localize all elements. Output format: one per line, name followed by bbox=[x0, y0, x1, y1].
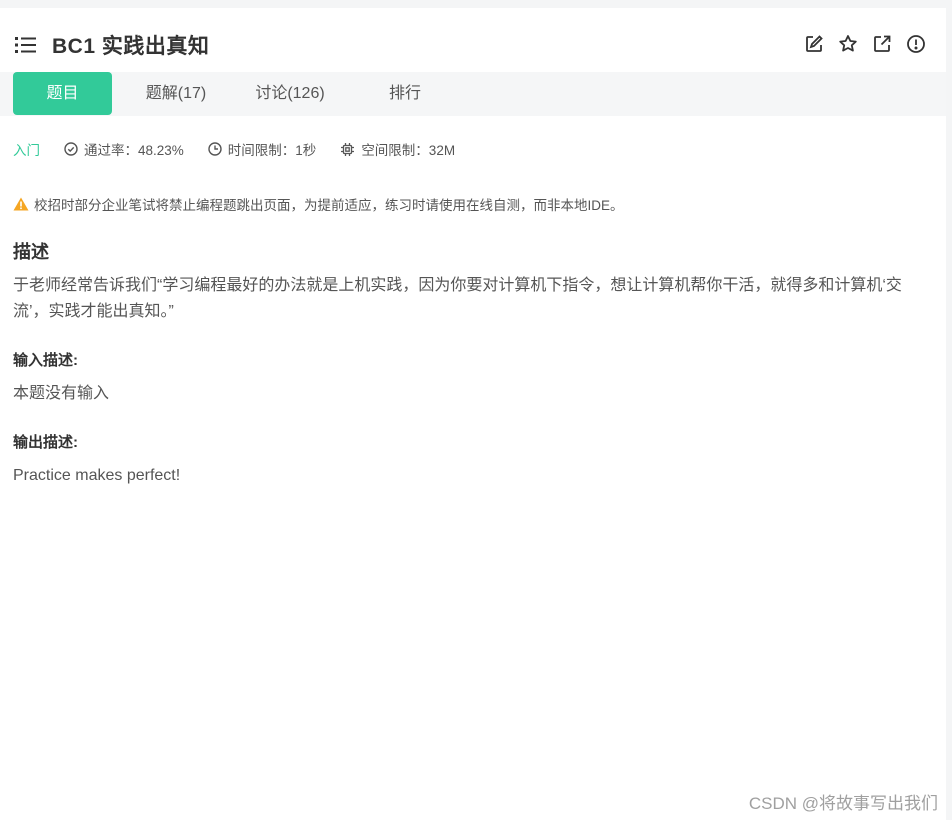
input-text: 本题没有输入 bbox=[13, 385, 110, 402]
problem-header: BC1 实践出真知 bbox=[0, 8, 946, 72]
problem-tabs: 题目 题解(17) 讨论(126) 排行 bbox=[0, 72, 946, 116]
chip-icon bbox=[341, 142, 355, 156]
problem-meta: 入门 通过率：48.23% 时间限制：1秒 空间限制：32M bbox=[13, 139, 479, 159]
page-title: BC1 实践出真知 bbox=[52, 35, 210, 58]
time-limit: 时间限制：1秒 bbox=[208, 139, 317, 159]
input-title: 输入描述: bbox=[13, 352, 78, 369]
description-title: 描述 bbox=[13, 242, 49, 262]
output-text: Practice makes perfect! bbox=[13, 467, 181, 484]
header-actions bbox=[804, 34, 926, 54]
memory-limit: 空间限制：32M bbox=[340, 139, 455, 159]
output-title: 输出描述: bbox=[13, 434, 78, 451]
check-circle-icon bbox=[64, 142, 78, 156]
tab-problem[interactable]: 题目 bbox=[13, 72, 112, 115]
problem-page: BC1 实践出真知 题目 题解(17) 讨论(126) 排行 入门 通过率：48… bbox=[0, 8, 946, 820]
description-text: 于老师经常告诉我们“学习编程最好的办法就是上机实践，因为你要对计算机下指令，想让… bbox=[13, 277, 902, 320]
list-icon[interactable] bbox=[15, 36, 37, 54]
clock-icon bbox=[208, 142, 222, 156]
time-limit-label: 时间限制：1秒 bbox=[227, 143, 317, 158]
warning-text: 校招时部分企业笔试将禁止编程题跳出页面，为提前适应，练习时请使用在线自测，而非本… bbox=[34, 198, 624, 213]
edit-icon[interactable] bbox=[804, 34, 824, 54]
tab-solutions[interactable]: 题解(17) bbox=[130, 72, 222, 115]
tab-discussion[interactable]: 讨论(126) bbox=[240, 72, 340, 115]
star-icon[interactable] bbox=[838, 34, 858, 54]
tab-ranking[interactable]: 排行 bbox=[370, 72, 440, 115]
external-link-icon[interactable] bbox=[872, 34, 892, 54]
difficulty-badge: 入门 bbox=[13, 143, 40, 158]
warning-icon bbox=[13, 197, 29, 211]
pass-rate: 通过率：48.23% bbox=[64, 139, 184, 159]
csdn-watermark: CSDN @将故事写出我们 bbox=[748, 794, 938, 813]
pass-rate-label: 通过率：48.23% bbox=[84, 143, 184, 158]
warning-notice: 校招时部分企业笔试将禁止编程题跳出页面，为提前适应，练习时请使用在线自测，而非本… bbox=[13, 194, 624, 214]
memory-limit-label: 空间限制：32M bbox=[361, 143, 456, 158]
info-circle-icon[interactable] bbox=[906, 34, 926, 54]
